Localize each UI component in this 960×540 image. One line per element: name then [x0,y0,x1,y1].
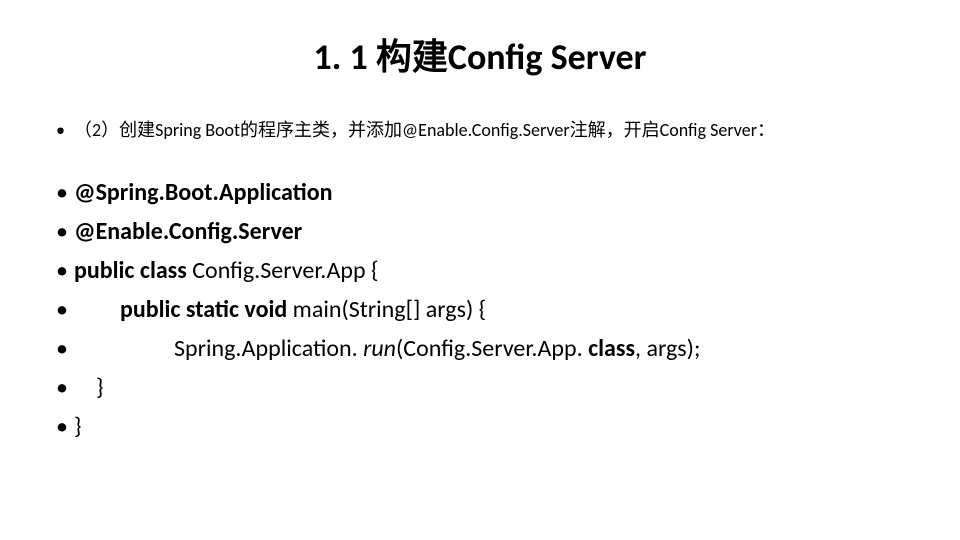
code-text: @Enable.Config.Server [74,217,302,246]
code-line-1: • @Spring.Boot.Application [56,178,920,207]
code-text: @Spring.Boot.Application [74,178,333,207]
slide: 1. 1 构建Config Server • （2）创建Spring Boot的… [0,0,960,540]
code-line-5: • Spring.Application. run(Config.Server.… [56,334,920,363]
bullet-icon: • [56,334,74,363]
bullet-icon: • [56,256,74,285]
bullet-icon: • [56,119,74,141]
bullet-icon: • [56,217,74,246]
step-text: （2）创建Spring Boot的程序主类，并添加@Enable.Config.… [74,116,775,142]
slide-body: • （2）创建Spring Boot的程序主类，并添加@Enable.Confi… [0,80,960,441]
bullet-icon: • [56,373,74,402]
code-text: } [74,412,82,441]
bullet-icon: • [56,412,74,441]
code-text: } [74,373,104,402]
code-line-4: • public static void main(String[] args)… [56,295,920,324]
code-text: public class Config.Server.App { [74,256,379,285]
bullet-icon: • [56,178,74,207]
code-line-3: • public class Config.Server.App { [56,256,920,285]
code-text: public static void main(String[] args) { [74,295,486,324]
bullet-icon: • [56,295,74,324]
code-text: Spring.Application. run(Config.Server.Ap… [74,334,700,363]
step-line: • （2）创建Spring Boot的程序主类，并添加@Enable.Confi… [56,116,920,142]
code-line-2: • @Enable.Config.Server [56,217,920,246]
slide-title: 1. 1 构建Config Server [0,0,960,80]
code-line-7: • } [56,412,920,441]
code-line-6: • } [56,373,920,402]
